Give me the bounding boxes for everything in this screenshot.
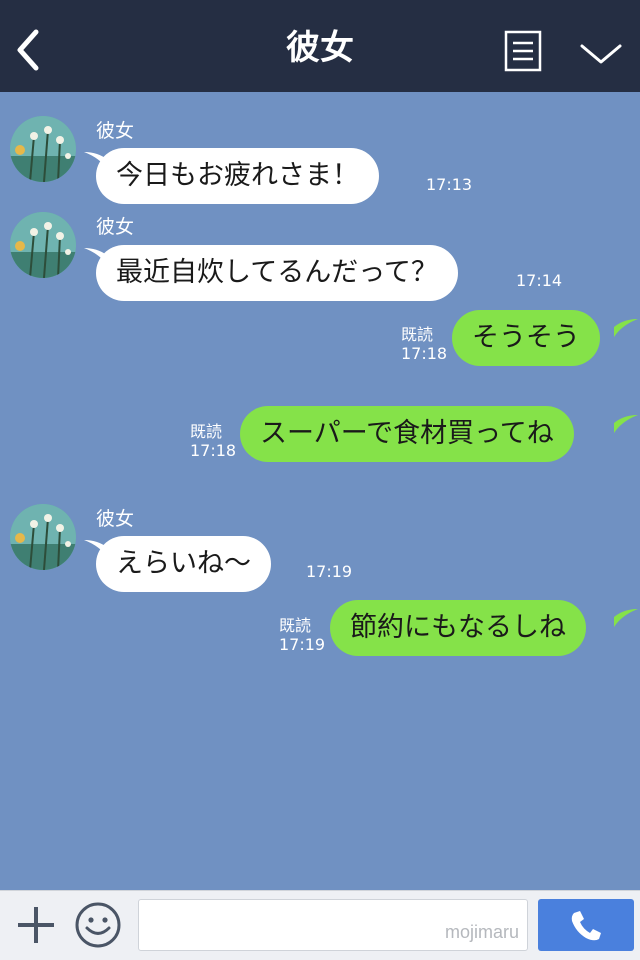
bubble-tail	[614, 415, 638, 433]
message-bubble-incoming[interactable]: 今日もお疲れさま！	[96, 148, 379, 204]
message-time: 17:18	[401, 344, 448, 363]
message-time: 17:19	[306, 562, 353, 581]
chevron-down-icon	[580, 44, 622, 64]
message-meta: 既読 17:19	[279, 616, 325, 654]
message-meta: 既読 17:18	[190, 422, 236, 460]
message-list[interactable]: 彼女 今日もお疲れさま！ 17:13 彼女 最近自炊してるんだって？ 17:14…	[0, 92, 640, 890]
message-time: 17:14	[516, 271, 563, 290]
chat-header: 彼女	[0, 0, 640, 92]
avatar[interactable]	[10, 116, 76, 182]
list-icon	[504, 30, 542, 72]
input-bar: mojimaru	[0, 890, 640, 960]
message-time: 17:13	[426, 175, 473, 194]
message-bubble-incoming[interactable]: えらいね〜	[96, 536, 271, 592]
read-status: 既読	[279, 616, 312, 635]
bubble-tail	[614, 609, 638, 627]
message-time: 17:18	[190, 441, 237, 460]
message-time: 17:19	[279, 635, 326, 654]
message-bubble-outgoing[interactable]: スーパーで食材買ってね	[240, 406, 574, 462]
watermark-text: mojimaru	[444, 922, 519, 942]
sender-name: 彼女	[96, 216, 135, 238]
message-meta: 既読 17:18	[401, 325, 447, 363]
flower-avatar-icon	[10, 116, 76, 182]
plus-icon	[18, 907, 54, 943]
message-bubble-incoming[interactable]: 最近自炊してるんだって？	[96, 245, 458, 301]
message-input[interactable]: mojimaru	[138, 899, 528, 951]
smiley-icon	[75, 902, 121, 948]
chat-title: 彼女	[286, 28, 354, 68]
read-status: 既読	[190, 422, 223, 441]
avatar[interactable]	[10, 504, 76, 570]
read-status: 既読	[401, 325, 434, 344]
phone-icon	[571, 911, 601, 941]
flower-avatar-icon	[10, 212, 76, 278]
dropdown-button[interactable]	[578, 38, 624, 68]
attach-button[interactable]	[14, 903, 58, 947]
message-bubble-outgoing[interactable]: そうそう	[452, 310, 600, 366]
menu-button[interactable]	[503, 30, 543, 72]
sender-name: 彼女	[96, 120, 135, 142]
sender-name: 彼女	[96, 508, 135, 530]
avatar[interactable]	[10, 212, 76, 278]
call-button[interactable]	[538, 899, 634, 951]
emoji-button[interactable]	[74, 901, 122, 949]
flower-avatar-icon	[10, 504, 76, 570]
message-bubble-outgoing[interactable]: 節約にもなるしね	[330, 600, 586, 656]
bubble-tail	[614, 319, 638, 337]
